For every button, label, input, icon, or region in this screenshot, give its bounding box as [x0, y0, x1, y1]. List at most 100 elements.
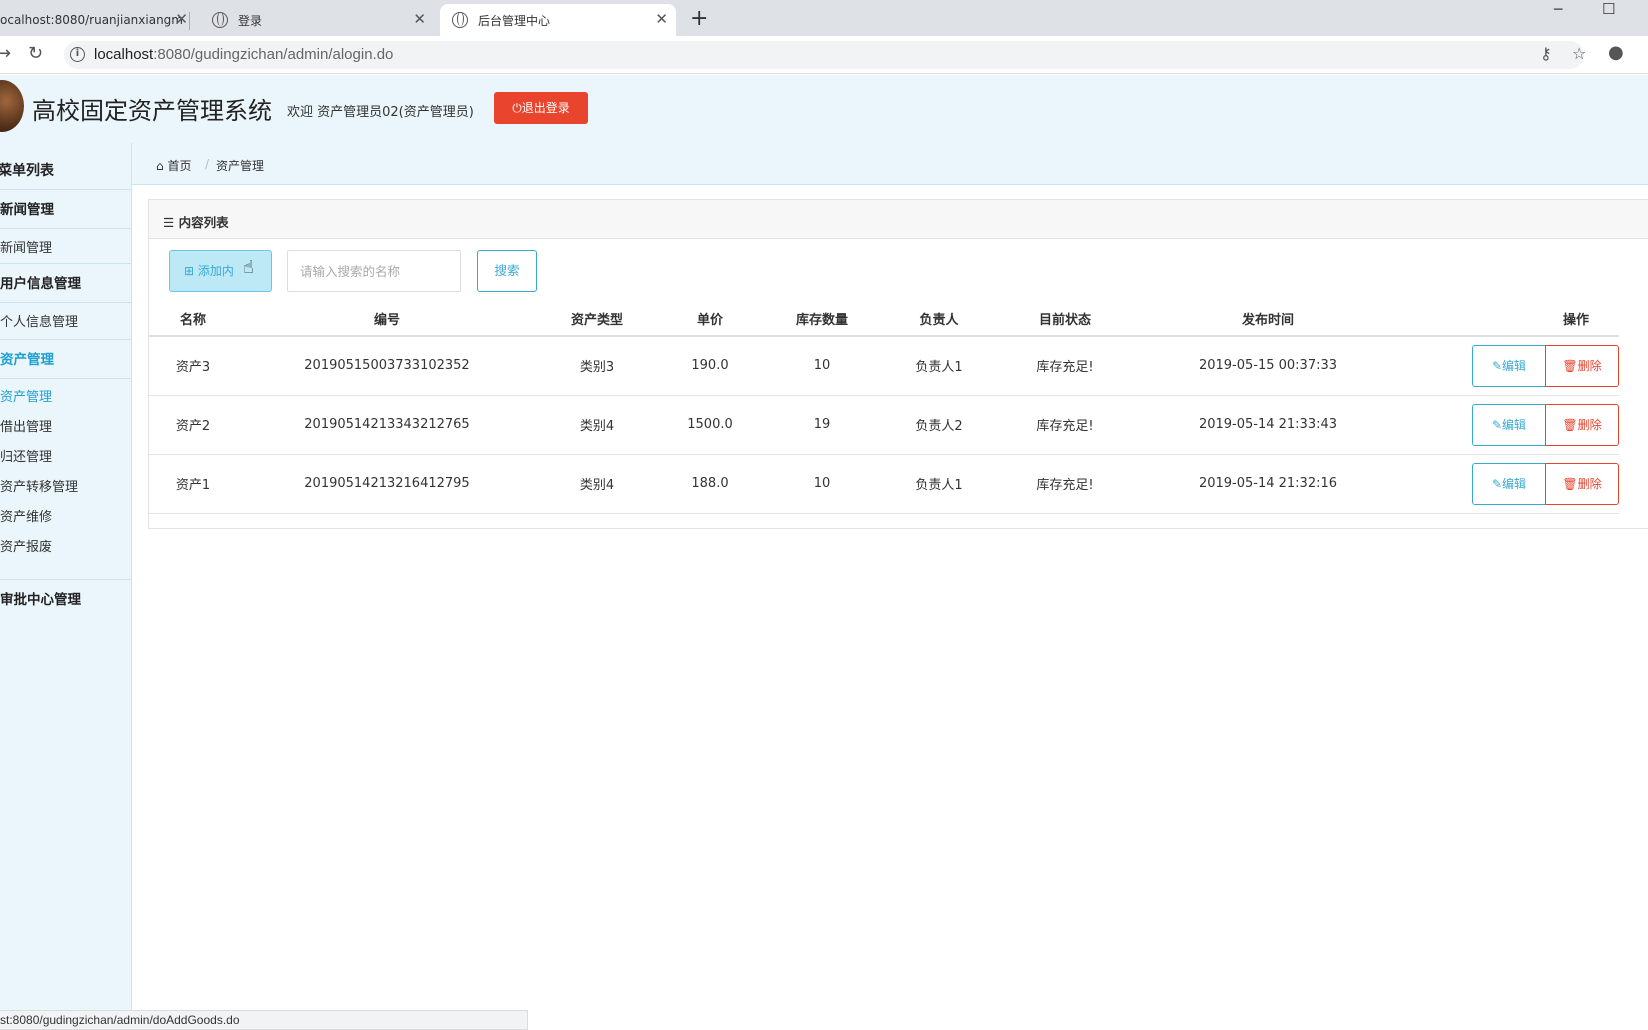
cell-type: 类别4 — [537, 395, 657, 455]
breadcrumb: ⌂ 首页 / 资产管理 — [132, 143, 1648, 185]
power-icon: ⏻ — [512, 101, 522, 115]
welcome-text: 欢迎 资产管理员02(资产管理员) — [287, 105, 474, 120]
cell-actions: ✎编辑 🗑删除 — [1403, 395, 1619, 455]
delete-label: 删除 — [1577, 476, 1602, 491]
content-panel: ☰ 内容列表 ⊞ 添加内 ☝ 搜索 名称 编号 资产类型 单价 库存数量 负责人… — [148, 199, 1648, 529]
table-row: 资产3 20190515003733102352 类别3 190.0 10 负责… — [149, 336, 1619, 396]
edit-icon: ✎ — [1491, 358, 1503, 373]
logout-label: 退出登录 — [521, 101, 570, 115]
close-icon[interactable]: ✕ — [413, 10, 426, 28]
group-head-news[interactable]: 新闻管理 — [0, 189, 132, 229]
cell-stock: 10 — [763, 336, 881, 396]
sidebar-item-return[interactable]: 归还管理 — [0, 443, 132, 473]
avatar — [0, 80, 24, 132]
edit-button[interactable]: ✎编辑 — [1472, 344, 1546, 387]
account-icon[interactable]: ● — [1608, 42, 1624, 63]
col-header-code: 编号 — [237, 302, 537, 337]
col-header-stock: 库存数量 — [763, 302, 881, 337]
new-tab-button[interactable]: + — [690, 6, 708, 31]
close-icon[interactable]: ✕ — [655, 10, 668, 28]
logout-button[interactable]: ⏻退出登录 — [494, 92, 588, 124]
cell-name: 资产3 — [149, 336, 237, 396]
url-field[interactable]: i localhost:8080/gudingzichan/admin/alog… — [64, 41, 1584, 69]
browser-tab-bar: ocalhost:8080/ruanjianxiangm ✕ 登录 ✕ 后台管理… — [0, 0, 1648, 36]
close-icon[interactable]: ✕ — [175, 10, 188, 28]
globe-icon — [452, 12, 468, 28]
col-header-owner: 负责人 — [881, 302, 997, 337]
edit-icon: ✎ — [1491, 417, 1503, 432]
edit-button[interactable]: ✎编辑 — [1472, 403, 1546, 446]
search-button[interactable]: 搜索 — [477, 250, 537, 292]
add-button[interactable]: ⊞ 添加内 — [169, 250, 272, 292]
search-input[interactable] — [287, 250, 461, 292]
url-path: :8080/gudingzichan/admin/alogin.do — [153, 46, 394, 63]
cell-price: 190.0 — [657, 336, 763, 396]
back-icon[interactable]: → — [0, 43, 11, 64]
panel-title: ☰ 内容列表 — [163, 212, 229, 231]
breadcrumb-home[interactable]: ⌂ 首页 — [156, 157, 191, 174]
col-header-status: 目前状态 — [997, 302, 1133, 337]
cell-price: 1500.0 — [657, 395, 763, 455]
group-head-assets[interactable]: 资产管理 — [0, 339, 132, 379]
sidebar-item-lend[interactable]: 借出管理 — [0, 413, 132, 443]
cell-type: 类别3 — [537, 336, 657, 396]
col-header-time: 发布时间 — [1133, 302, 1403, 337]
group-head-user[interactable]: 用户信息管理 — [0, 263, 132, 303]
table-header-row: 名称 编号 资产类型 单价 库存数量 负责人 目前状态 发布时间 操作 — [149, 302, 1619, 337]
trash-icon: 🗑 — [1562, 417, 1578, 432]
trash-icon: 🗑 — [1562, 476, 1578, 491]
cell-time: 2019-05-14 21:32:16 — [1133, 454, 1403, 514]
cell-actions: ✎编辑 🗑删除 — [1403, 336, 1619, 396]
browser-tab-1[interactable]: ocalhost:8080/ruanjianxiangm ✕ — [0, 4, 196, 36]
breadcrumb-home-label: 首页 — [167, 159, 192, 173]
trash-icon: 🗑 — [1562, 358, 1578, 373]
edit-icon: ✎ — [1491, 476, 1503, 491]
menu-group-assets: 资产管理 资产管理 借出管理 归还管理 资产转移管理 资产维修 资产报废 — [0, 339, 132, 563]
hand-cursor-icon: ☝ — [243, 257, 254, 278]
cell-name: 资产2 — [149, 395, 237, 455]
panel-header: ☰ 内容列表 — [149, 200, 1648, 239]
browser-tab-active[interactable]: 后台管理中心 ✕ — [440, 4, 676, 36]
cell-owner: 负责人1 — [881, 454, 997, 514]
edit-label: 编辑 — [1502, 358, 1527, 373]
group-head-approval[interactable]: 审批中心管理 — [0, 579, 132, 619]
home-icon: ⌂ — [156, 159, 164, 173]
menu-group-news: 新闻管理 新闻管理 — [0, 189, 132, 269]
delete-button[interactable]: 🗑删除 — [1545, 462, 1619, 505]
key-icon[interactable]: ⚷ — [1540, 44, 1552, 63]
browser-tab-2[interactable]: 登录 ✕ — [200, 4, 434, 36]
add-label: 添加内 — [197, 264, 234, 278]
edit-button[interactable]: ✎编辑 — [1472, 462, 1546, 505]
breadcrumb-current: 资产管理 — [216, 159, 265, 173]
cell-owner: 负责人1 — [881, 336, 997, 396]
cell-stock: 10 — [763, 454, 881, 514]
maximize-icon[interactable]: ☐ — [1602, 0, 1615, 18]
sidebar-item-repair[interactable]: 资产维修 — [0, 503, 132, 533]
breadcrumb-separator: / — [205, 157, 210, 171]
globe-icon — [212, 12, 228, 28]
cell-time: 2019-05-14 21:33:43 — [1133, 395, 1403, 455]
tab-title: ocalhost:8080/ruanjianxiangm — [0, 13, 183, 27]
list-icon: ☰ — [163, 215, 175, 230]
delete-label: 删除 — [1577, 417, 1602, 432]
sidebar-item-scrap[interactable]: 资产报废 — [0, 533, 132, 563]
sidebar-item-transfer[interactable]: 资产转移管理 — [0, 473, 132, 503]
sidebar-item-profile[interactable]: 个人信息管理 — [0, 303, 132, 343]
app-title: 高校固定资产管理系统 — [32, 97, 272, 125]
app-header: 高校固定资产管理系统 欢迎 资产管理员02(资产管理员) ⏻退出登录 — [0, 75, 1648, 143]
delete-button[interactable]: 🗑删除 — [1545, 344, 1619, 387]
info-icon[interactable]: i — [70, 47, 85, 62]
reload-icon[interactable]: ↻ — [28, 43, 43, 64]
minimize-icon[interactable]: ─ — [1554, 2, 1562, 18]
table-row: 资产2 20190514213343212765 类别4 1500.0 19 负… — [149, 395, 1619, 455]
browser-status-bar: st:8080/gudingzichan/admin/doAddGoods.do — [0, 1010, 528, 1030]
cell-status: 库存充足! — [997, 454, 1133, 514]
delete-button[interactable]: 🗑删除 — [1545, 403, 1619, 446]
sidebar-item-asset-manage[interactable]: 资产管理 — [0, 383, 132, 413]
tab-title: 登录 — [238, 13, 263, 28]
star-icon[interactable]: ☆ — [1572, 44, 1586, 63]
col-header-actions: 操作 — [1403, 302, 1619, 337]
edit-label: 编辑 — [1502, 417, 1527, 432]
cell-code: 20190514213216412795 — [237, 454, 537, 514]
cell-status: 库存充足! — [997, 336, 1133, 396]
